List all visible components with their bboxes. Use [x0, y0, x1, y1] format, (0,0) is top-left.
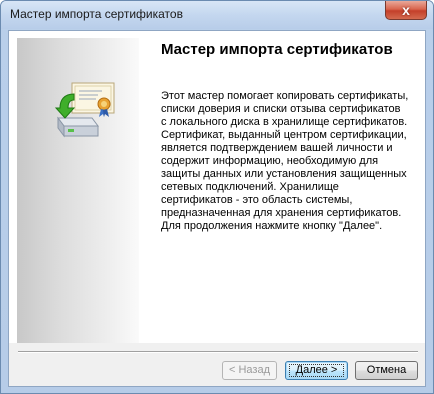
- wizard-heading: Мастер импорта сертификатов: [161, 41, 393, 58]
- back-button[interactable]: < Назад: [222, 361, 277, 380]
- window-title: Мастер импорта сертификатов: [10, 7, 183, 21]
- cancel-button[interactable]: Отмена: [355, 361, 418, 380]
- wizard-client-area: Мастер импорта сертификатов Этот мастер …: [8, 30, 426, 387]
- close-icon: x: [402, 2, 410, 18]
- close-button[interactable]: x: [385, 1, 427, 20]
- title-bar[interactable]: Мастер импорта сертификатов x: [1, 1, 433, 29]
- focus-rectangle: [289, 364, 344, 377]
- wizard-paragraph-intro: Этот мастер помогает копировать сертифик…: [161, 90, 409, 128]
- wizard-paragraph-continue: Для продолжения нажмите кнопку "Далее".: [161, 220, 383, 232]
- wizard-side-banner: [17, 38, 139, 343]
- certificate-import-icon: [54, 82, 115, 138]
- certificate-import-wizard-window: Мастер импорта сертификатов x Мастер имп…: [0, 0, 434, 394]
- button-divider: [18, 351, 418, 353]
- wizard-page: Мастер импорта сертификатов Этот мастер …: [9, 31, 425, 343]
- next-button[interactable]: Далее >: [285, 361, 348, 380]
- wizard-paragraph-description: Сертификат, выданный центром сертификаци…: [161, 129, 407, 219]
